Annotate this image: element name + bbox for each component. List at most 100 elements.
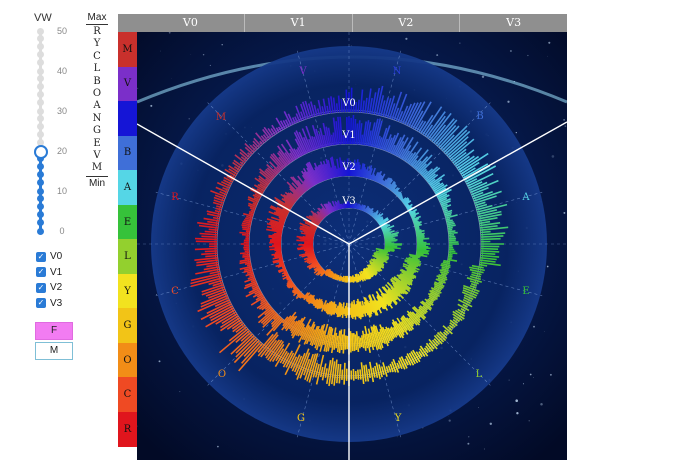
mode-m-button[interactable]: M <box>35 342 73 360</box>
strip-cell[interactable]: A <box>118 170 137 205</box>
ring-bar <box>194 237 218 241</box>
sector-label: M <box>216 112 226 123</box>
tab-v1[interactable]: V1 <box>243 14 352 32</box>
ring-bar <box>355 102 358 113</box>
star <box>533 377 534 378</box>
vw-tick-dot <box>37 163 44 170</box>
ring-bar <box>351 333 354 352</box>
ring-label: V0 <box>341 98 356 109</box>
star <box>564 125 567 128</box>
ring-bar <box>201 235 218 238</box>
strip-cell[interactable]: L <box>118 239 137 274</box>
tab-v3[interactable]: V3 <box>459 14 567 32</box>
star <box>507 100 510 103</box>
star <box>160 50 161 52</box>
ring-bar <box>239 231 250 235</box>
vw-tick-label: 30 <box>56 106 67 116</box>
star <box>158 360 161 363</box>
ring-bar <box>269 247 282 251</box>
version-checkbox-v0[interactable]: ✓ V0 <box>36 251 62 262</box>
strip-cell[interactable]: G <box>118 308 137 343</box>
ring-bar <box>276 250 282 253</box>
checkbox-check-icon[interactable]: ✓ <box>36 267 46 277</box>
checkbox-check-icon[interactable]: ✓ <box>36 251 46 262</box>
star <box>171 78 172 79</box>
version-tab-bar: V0 V1 V2 V3 <box>137 14 567 32</box>
strip-cell[interactable] <box>118 101 137 136</box>
star <box>529 373 532 376</box>
vw-tick-dot <box>37 91 44 98</box>
star <box>551 155 555 158</box>
sector-label: A <box>521 192 530 203</box>
star <box>396 436 398 438</box>
ring-bar <box>480 247 499 250</box>
tab-v2[interactable]: V2 <box>351 14 460 32</box>
checkbox-check-icon[interactable]: ✓ <box>36 282 46 293</box>
scale-letter: M <box>91 162 103 174</box>
star <box>217 445 219 448</box>
ring-bar <box>445 218 451 221</box>
version-checkbox-v2[interactable]: ✓ V2 <box>36 282 62 293</box>
color-scale-legend: Max RYCLBOANGEVM Min <box>86 12 108 189</box>
star <box>202 53 205 56</box>
vw-tick-dot <box>37 83 44 90</box>
vw-tick-dot <box>37 179 44 186</box>
version-label: V0 <box>50 251 63 262</box>
strip-cell[interactable]: O <box>118 342 137 378</box>
sector-label: V <box>298 66 307 77</box>
strip-cell[interactable]: V <box>118 66 137 102</box>
vw-tick-dot <box>37 123 44 130</box>
strip-cell[interactable]: Y <box>118 273 137 309</box>
star <box>154 130 156 132</box>
ring-bar <box>359 337 363 348</box>
vw-tick-label: 0 <box>59 226 65 236</box>
radial-visualization[interactable]: V0 V1 V2 V3 V N B A E L Y G O C R M <box>137 32 567 460</box>
ring-bar <box>194 247 218 251</box>
vw-tick-dot <box>37 59 44 66</box>
vw-tick-dot <box>37 228 44 235</box>
version-checkbox-v3[interactable]: ✓ V3 <box>36 298 62 309</box>
vw-slider-handle[interactable] <box>34 145 48 159</box>
vw-tick-dot <box>37 131 44 138</box>
vw-tick-dot <box>37 43 44 50</box>
vw-tick-label: 20 <box>56 146 67 156</box>
strip-cell[interactable]: M <box>118 32 137 67</box>
checkbox-check-icon[interactable]: ✓ <box>36 298 46 308</box>
star <box>405 37 408 40</box>
vw-tick-dot <box>37 188 44 195</box>
ring-bar <box>242 253 250 256</box>
version-checkbox-v1[interactable]: ✓ V1 <box>36 267 62 278</box>
ring-bar <box>208 228 218 231</box>
strip-cell[interactable]: C <box>118 377 137 413</box>
scale-letter: Y <box>93 38 101 50</box>
ring-bar <box>204 250 218 253</box>
ring-bar <box>340 334 344 351</box>
ring-bar <box>448 231 458 235</box>
star <box>516 412 519 415</box>
sector-label: G <box>297 413 305 424</box>
tab-v0[interactable]: V0 <box>137 14 244 32</box>
version-label: V3 <box>50 297 63 309</box>
ring-bar <box>447 257 452 260</box>
sector-label: E <box>522 286 529 297</box>
ring-bar <box>448 255 453 258</box>
ring-bar <box>246 264 252 267</box>
vw-tick-dot <box>37 195 44 202</box>
star <box>481 75 485 79</box>
ring-bar <box>241 233 250 237</box>
ring-bar <box>201 252 218 256</box>
ring-bar <box>357 99 360 113</box>
vw-slider-title: VW <box>34 12 52 24</box>
sector-label: L <box>476 369 483 380</box>
strip-cell[interactable]: R <box>118 412 137 447</box>
star <box>543 331 545 332</box>
strip-cell[interactable]: B <box>118 135 137 171</box>
category-strip: MVBAELYGOCR <box>118 14 137 447</box>
scale-min-label: Min <box>88 177 106 189</box>
mode-f-button[interactable]: F <box>35 322 73 340</box>
ring-bar <box>341 369 344 380</box>
sector-label: N <box>393 66 402 77</box>
vw-tick-dot <box>37 203 44 210</box>
strip-cell[interactable]: E <box>118 204 137 240</box>
ring-bar <box>242 255 250 258</box>
